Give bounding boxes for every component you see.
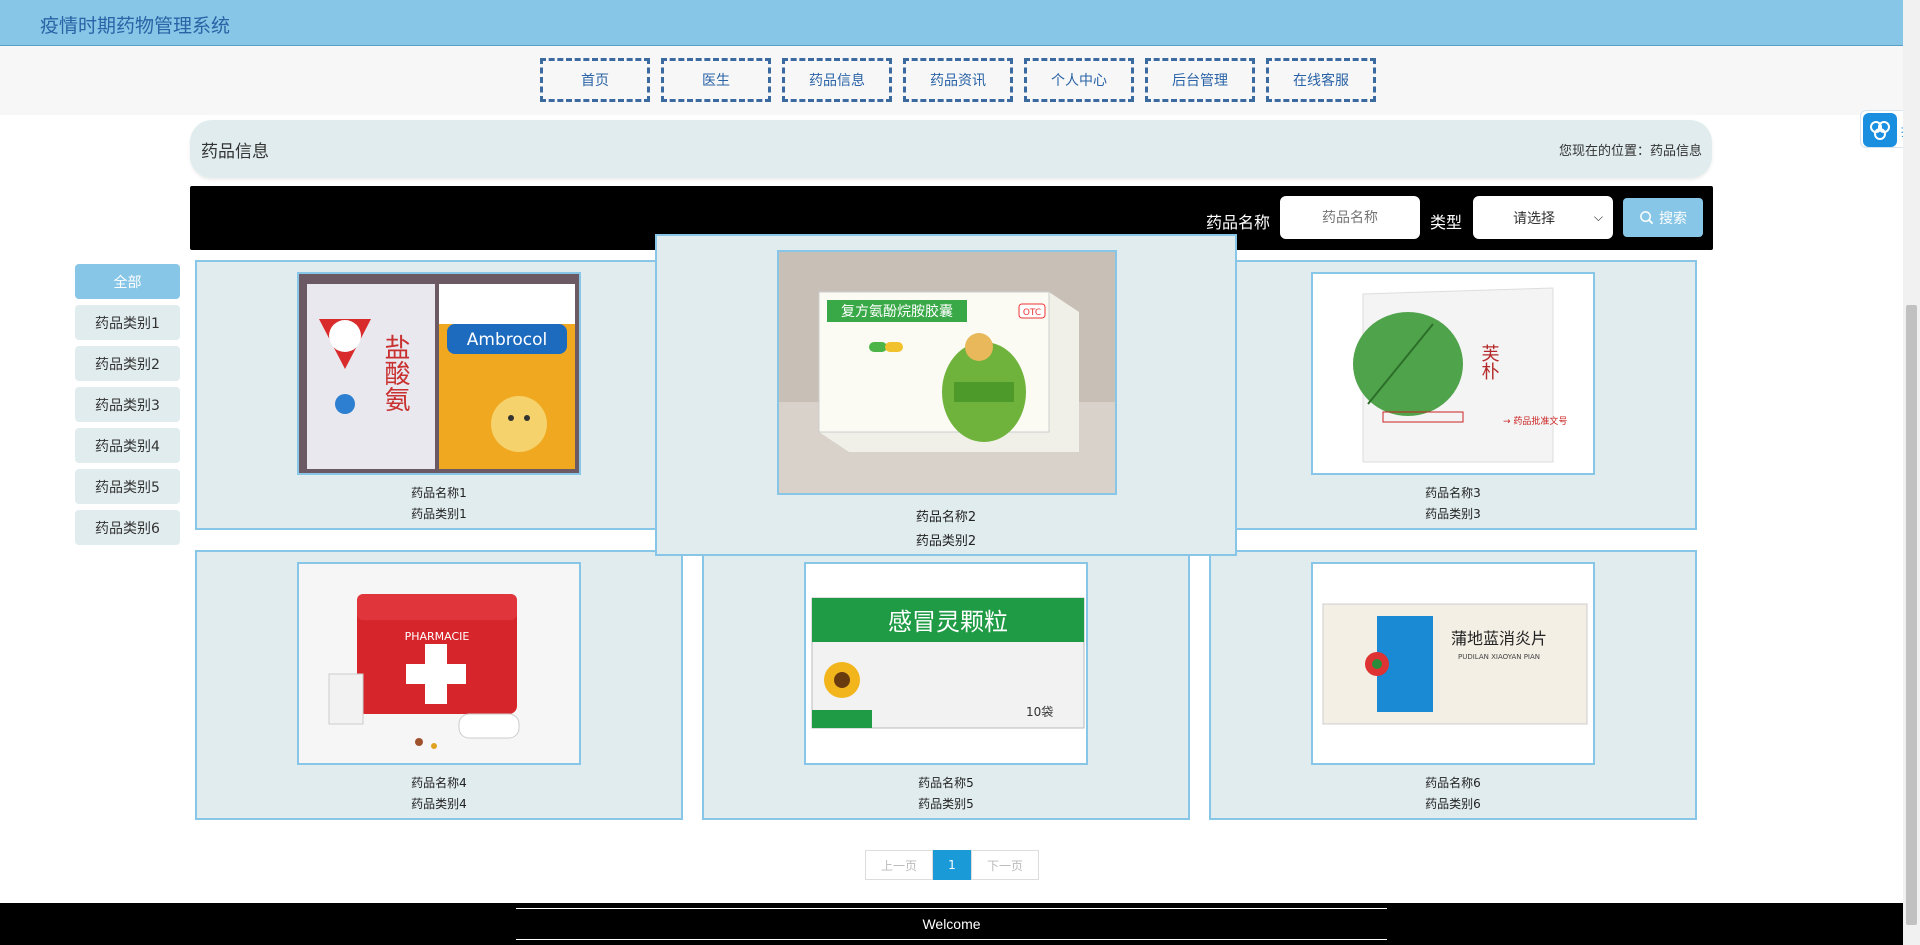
product-category: 药品类别1 bbox=[411, 507, 467, 521]
search-icon bbox=[1640, 211, 1654, 225]
type-select-value: 请选择 bbox=[1513, 210, 1555, 227]
page-header: 药品信息 您现在的位置：药品信息 bbox=[190, 120, 1712, 178]
svg-text:PUDILAN XIAOYAN PIAN: PUDILAN XIAOYAN PIAN bbox=[1458, 653, 1540, 661]
category-item[interactable]: 药品类别5 bbox=[75, 469, 180, 504]
product-box-text: 复方氨酚烷胺胶囊 bbox=[841, 303, 953, 320]
product-name: 药品名称6 bbox=[1425, 776, 1481, 790]
nav-bar: 首页 医生 药品信息 药品资讯 个人中心 后台管理 在线客服 bbox=[0, 46, 1920, 115]
nav-doctor[interactable]: 医生 bbox=[661, 58, 771, 102]
current-page[interactable]: 1 bbox=[933, 850, 971, 880]
type-select[interactable]: 请选择 ⌵ bbox=[1473, 196, 1613, 239]
scrollbar[interactable] bbox=[1903, 0, 1920, 945]
product-image[interactable]: PHARMACIE bbox=[297, 562, 581, 765]
product-card[interactable]: 盐酸氨 Ambrocol 药品名称1 药品类别1 bbox=[195, 260, 683, 530]
product-card-hovered[interactable]: 复方氨酚烷胺胶囊 OTC 药品名称2 药品类别2 bbox=[655, 234, 1237, 556]
nav-drug-news[interactable]: 药品资讯 bbox=[903, 58, 1013, 102]
product-name: 药品名称1 bbox=[411, 486, 467, 500]
product-category: 药品类别4 bbox=[411, 797, 467, 811]
product-box-text: 感冒灵颗粒 bbox=[888, 608, 1008, 636]
product-card[interactable]: 蒲地蓝消炎片 PUDILAN XIAOYAN PIAN 药品名称6 药品类别6 bbox=[1209, 550, 1697, 820]
page-title: 药品信息 bbox=[201, 142, 269, 162]
main-nav: 首页 医生 药品信息 药品资讯 个人中心 后台管理 在线客服 bbox=[540, 58, 1376, 102]
product-category: 药品类别2 bbox=[915, 534, 977, 549]
nav-online-service[interactable]: 在线客服 bbox=[1266, 58, 1376, 102]
product-card[interactable]: 芙朴 → 药品批准文号 药品名称3 药品类别3 bbox=[1209, 260, 1697, 530]
next-page-button[interactable]: 下一页 bbox=[971, 850, 1039, 880]
product-category: 药品类别3 bbox=[1425, 507, 1481, 521]
top-header: 疫情时期药物管理系统 bbox=[0, 0, 1920, 46]
scrollbar-thumb[interactable] bbox=[1906, 305, 1917, 925]
type-label: 类型 bbox=[1430, 213, 1463, 232]
drug-name-input[interactable] bbox=[1280, 196, 1420, 239]
product-image[interactable]: 复方氨酚烷胺胶囊 OTC bbox=[777, 250, 1117, 495]
category-item[interactable]: 药品类别6 bbox=[75, 510, 180, 545]
svg-text:OTC: OTC bbox=[1023, 308, 1041, 318]
svg-text:10袋: 10袋 bbox=[1026, 705, 1053, 719]
pagination: 上一页 1 下一页 bbox=[865, 850, 1039, 880]
app-title: 疫情时期药物管理系统 bbox=[40, 15, 231, 37]
chevron-down-icon: ⌵ bbox=[1593, 210, 1603, 224]
search-button[interactable]: 搜索 bbox=[1623, 198, 1703, 237]
category-sidebar: 全部 药品类别1 药品类别2 药品类别3 药品类别4 药品类别5 药品类别6 bbox=[75, 264, 183, 551]
name-label: 药品名称 bbox=[1206, 213, 1271, 232]
product-card[interactable]: PHARMACIE 药品名称4 药品类别4 bbox=[195, 550, 683, 820]
product-name: 药品名称2 bbox=[915, 510, 977, 525]
breadcrumb: 您现在的位置：药品信息 bbox=[1558, 144, 1702, 159]
product-brand-text: Ambrocol bbox=[467, 330, 547, 350]
product-name: 药品名称4 bbox=[411, 776, 467, 790]
product-card[interactable]: 感冒灵颗粒 10袋 药品名称5 药品类别5 bbox=[702, 550, 1190, 820]
search-button-label: 搜索 bbox=[1659, 210, 1687, 227]
category-item[interactable]: 药品类别4 bbox=[75, 428, 180, 463]
footer: Welcome bbox=[0, 903, 1920, 945]
footer-divider bbox=[516, 939, 1387, 940]
nav-personal-center[interactable]: 个人中心 bbox=[1024, 58, 1134, 102]
category-item[interactable]: 药品类别2 bbox=[75, 346, 180, 381]
svg-text:芙朴: 芙朴 bbox=[1479, 344, 1500, 380]
category-item[interactable]: 药品类别3 bbox=[75, 387, 180, 422]
nav-drug-info[interactable]: 药品信息 bbox=[782, 58, 892, 102]
svg-text:盐酸氨: 盐酸氨 bbox=[380, 334, 410, 412]
nav-home[interactable]: 首页 bbox=[540, 58, 650, 102]
product-box-text: 蒲地蓝消炎片 bbox=[1451, 629, 1547, 648]
prev-page-button[interactable]: 上一页 bbox=[865, 850, 933, 880]
product-image[interactable]: 感冒灵颗粒 10袋 bbox=[804, 562, 1088, 765]
nav-admin[interactable]: 后台管理 bbox=[1145, 58, 1255, 102]
svg-text:→ 药品批准文号: → 药品批准文号 bbox=[1503, 415, 1567, 427]
product-box-text: PHARMACIE bbox=[405, 630, 470, 643]
product-image[interactable]: 芙朴 → 药品批准文号 bbox=[1311, 272, 1595, 475]
cloud-icon bbox=[1863, 113, 1897, 147]
product-category: 药品类别5 bbox=[918, 797, 974, 811]
category-all[interactable]: 全部 bbox=[75, 264, 180, 299]
category-item[interactable]: 药品类别1 bbox=[75, 305, 180, 340]
product-name: 药品名称3 bbox=[1425, 486, 1481, 500]
footer-welcome: Welcome bbox=[922, 916, 981, 932]
footer-divider bbox=[516, 908, 1387, 909]
product-image[interactable]: 蒲地蓝消炎片 PUDILAN XIAOYAN PIAN bbox=[1311, 562, 1595, 765]
product-category: 药品类别6 bbox=[1425, 797, 1481, 811]
product-image[interactable]: 盐酸氨 Ambrocol bbox=[297, 272, 581, 475]
product-name: 药品名称5 bbox=[918, 776, 974, 790]
